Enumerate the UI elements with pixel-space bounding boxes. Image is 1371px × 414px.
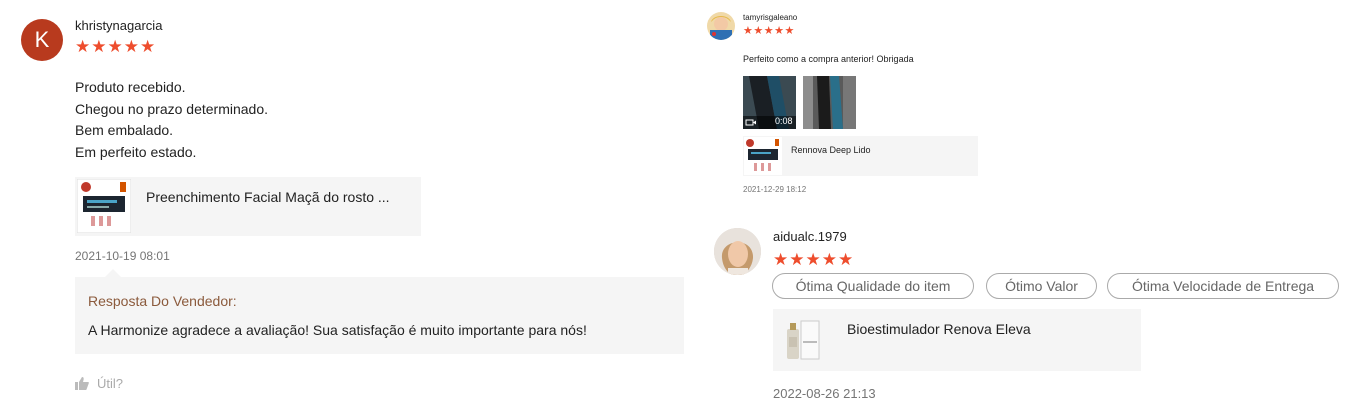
review-text: Produto recebido. Chegou no prazo determ… (75, 77, 268, 163)
review-tag: Ótimo Valor (986, 273, 1097, 299)
review-date: 2021-12-29 18:12 (743, 185, 807, 194)
reviewer-username[interactable]: khristynagarcia (75, 18, 162, 33)
review-video-thumbnail[interactable]: 0:08 (743, 76, 796, 129)
seller-reply: Resposta Do Vendedor: A Harmonize agrade… (75, 269, 684, 354)
review-line: Em perfeito estado. (75, 143, 197, 160)
reviewer-username[interactable]: tamyrisgaleano (743, 13, 797, 22)
review-text: Perfeito como a compra anterior! Obrigad… (743, 54, 914, 64)
review-line: Bem embalado. (75, 122, 174, 138)
video-duration: 0:08 (775, 116, 793, 126)
useful-label: Útil? (97, 376, 124, 391)
review-tag: Ótima Qualidade do item (772, 273, 974, 299)
reviewer-username[interactable]: aidualc.1979 (773, 229, 847, 244)
avatar[interactable]: K (21, 19, 63, 61)
review-line: Chegou no prazo determinado. (75, 100, 269, 117)
review-image-thumbnail[interactable] (803, 76, 856, 129)
product-thumbnail (76, 178, 132, 234)
useful-button[interactable]: Útil? (75, 376, 123, 391)
avatar[interactable] (707, 12, 735, 40)
product-name: Preenchimento Facial Maçã do rosto ... (146, 189, 390, 205)
review-date: 2021-10-19 08:01 (75, 249, 170, 263)
avatar[interactable] (714, 228, 761, 275)
product-name: Rennova Deep Lido (791, 145, 871, 155)
review-line: Produto recebido. (75, 79, 186, 95)
thumbs-up-icon (75, 377, 89, 390)
product-card[interactable]: Preenchimento Facial Maçã do rosto ... (75, 177, 421, 236)
avatar-letter: K (34, 27, 50, 52)
rating-stars: ★★★★★ (743, 25, 795, 37)
rating-stars: ★★★★★ (75, 37, 157, 56)
review-date: 2022-08-26 21:13 (773, 386, 876, 401)
rating-stars: ★★★★★ (773, 250, 855, 269)
seller-reply-title: Resposta Do Vendedor: (88, 293, 237, 309)
product-card[interactable]: Rennova Deep Lido (743, 136, 978, 176)
seller-reply-text: A Harmonize agradece a avaliação! Sua sa… (88, 322, 587, 338)
product-thumbnail (775, 311, 833, 369)
product-thumbnail (744, 137, 782, 175)
review-tag: Ótima Velocidade de Entrega (1107, 273, 1339, 299)
product-card[interactable]: Bioestimulador Renova Eleva (773, 309, 1141, 371)
product-name: Bioestimulador Renova Eleva (847, 321, 1031, 337)
